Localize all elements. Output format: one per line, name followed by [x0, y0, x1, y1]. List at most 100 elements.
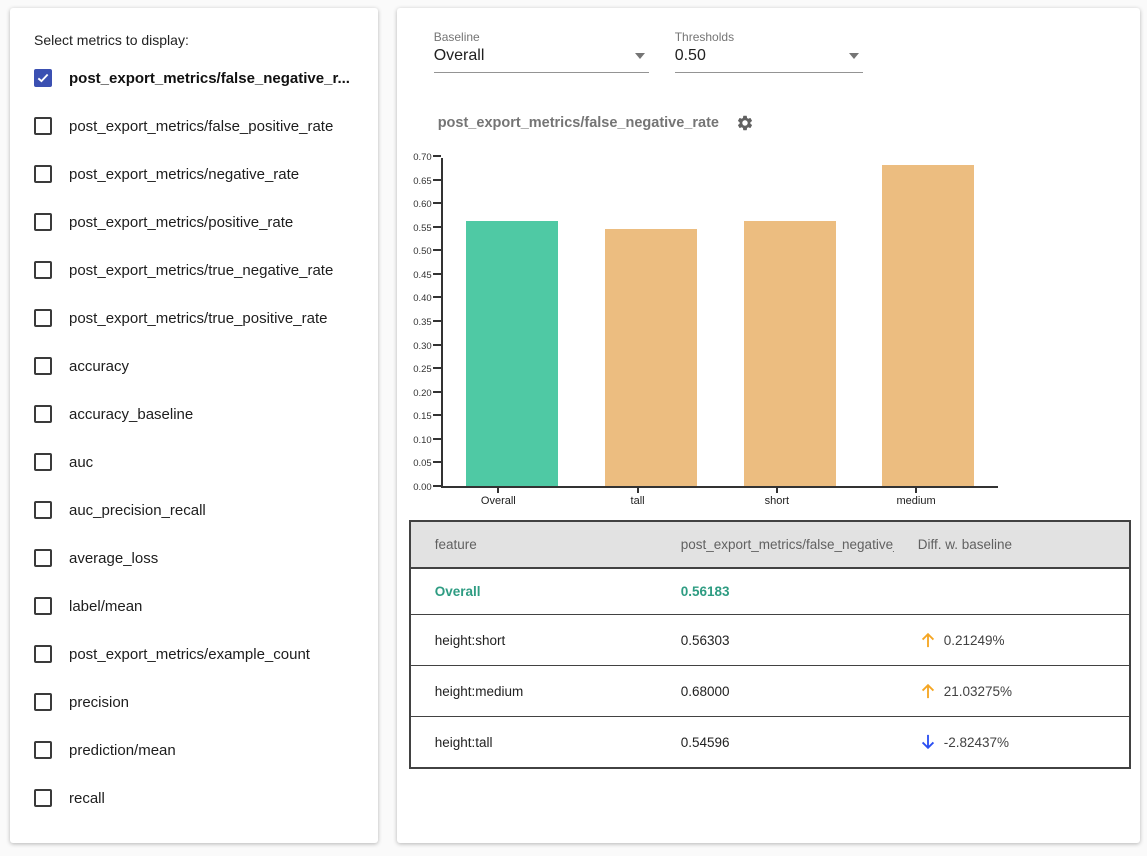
y-axis-tick-label: 0.65: [413, 177, 432, 187]
checkbox-checked-icon[interactable]: [34, 69, 52, 87]
column-header-diff: Diff. w. baseline: [894, 521, 1130, 568]
metric-selector-title: Select metrics to display:: [34, 32, 358, 48]
chevron-down-icon: [849, 53, 859, 59]
metric-checkbox-row[interactable]: post_export_metrics/false_positive_rate: [34, 102, 358, 150]
metric-checkbox-row[interactable]: auc_precision_recall: [34, 486, 358, 534]
y-axis-tick-label: 0.70: [413, 153, 432, 163]
metric-checkbox-row[interactable]: post_export_metrics/negative_rate: [34, 150, 358, 198]
checkbox-unchecked-icon[interactable]: [34, 693, 52, 711]
checkbox-unchecked-icon[interactable]: [34, 549, 52, 567]
metric-checkbox-row[interactable]: label/mean: [34, 582, 358, 630]
checkbox-unchecked-icon[interactable]: [34, 453, 52, 471]
checkbox-unchecked-icon[interactable]: [34, 357, 52, 375]
checkbox-unchecked-icon[interactable]: [34, 741, 52, 759]
metric-checkbox-row[interactable]: post_export_metrics/positive_rate: [34, 198, 358, 246]
thresholds-select-label: Thresholds: [675, 30, 863, 44]
checkbox-unchecked-icon[interactable]: [34, 597, 52, 615]
metric-label: label/mean: [69, 598, 142, 615]
metric-checkbox-row[interactable]: post_export_metrics/true_negative_rate: [34, 246, 358, 294]
y-axis-tick-label: 0.40: [413, 294, 432, 304]
checkbox-unchecked-icon[interactable]: [34, 645, 52, 663]
checkbox-unchecked-icon[interactable]: [34, 213, 52, 231]
baseline-select[interactable]: Baseline Overall: [434, 30, 649, 73]
bar-tall[interactable]: [605, 229, 697, 486]
metric-checkbox-row[interactable]: prediction/mean: [34, 726, 358, 774]
diff-value: 0.21249%: [944, 633, 1005, 648]
x-axis-tick-label: short: [731, 495, 823, 507]
thresholds-select-value-row[interactable]: 0.50: [675, 47, 863, 73]
checkbox-unchecked-icon[interactable]: [34, 789, 52, 807]
column-header-feature: feature: [410, 521, 657, 568]
thresholds-select-value: 0.50: [675, 47, 706, 65]
y-axis-tick-label: 0.45: [413, 271, 432, 281]
metric-label: post_export_metrics/false_positive_rate: [69, 118, 333, 135]
bar-short[interactable]: [744, 221, 836, 486]
metric-checkbox-row[interactable]: post_export_metrics/true_positive_rate: [34, 294, 358, 342]
metric-checkbox-row[interactable]: accuracy_baseline: [34, 390, 358, 438]
baseline-select-label: Baseline: [434, 30, 649, 44]
x-axis-tick-mark: [637, 488, 639, 493]
bar-chart: 0.000.050.100.150.200.250.300.350.400.45…: [411, 158, 1140, 488]
checkbox-unchecked-icon[interactable]: [34, 405, 52, 423]
feature-cell: Overall: [410, 568, 657, 615]
bar-overall[interactable]: [466, 221, 558, 486]
y-axis-tick-mark: [433, 155, 441, 157]
y-axis-tick-mark: [433, 485, 441, 487]
thresholds-select[interactable]: Thresholds 0.50: [675, 30, 863, 73]
arrow-down-icon: [918, 732, 938, 752]
checkbox-unchecked-icon[interactable]: [34, 309, 52, 327]
x-axis-category: Overall: [452, 488, 544, 507]
metric-checkbox-row[interactable]: auc: [34, 438, 358, 486]
metric-value-cell: 0.56303: [657, 615, 894, 666]
chevron-down-icon: [635, 53, 645, 59]
metric-value-cell: 0.68000: [657, 666, 894, 717]
baseline-select-value-row[interactable]: Overall: [434, 47, 649, 73]
y-axis-tick-label: 0.35: [413, 318, 432, 328]
diff-cell: -2.82437%: [894, 717, 1130, 769]
feature-cell: height:medium: [410, 666, 657, 717]
checkbox-unchecked-icon[interactable]: [34, 117, 52, 135]
page-root: Select metrics to display: post_export_m…: [0, 0, 1147, 843]
metric-label: post_export_metrics/true_positive_rate: [69, 310, 327, 327]
diff-cell: 21.03275%: [894, 666, 1130, 717]
table-row: Overall0.56183: [410, 568, 1130, 615]
metric-checkbox-row[interactable]: recall: [34, 774, 358, 822]
checkbox-unchecked-icon[interactable]: [34, 501, 52, 519]
metric-list: post_export_metrics/false_negative_r...p…: [34, 54, 358, 822]
x-axis-category: medium: [870, 488, 962, 507]
metrics-table: feature post_export_metrics/false_negati…: [409, 520, 1131, 769]
column-header-metric: post_export_metrics/false_negative_rat..…: [657, 521, 894, 568]
y-axis-tick-label: 0.05: [413, 459, 432, 469]
checkbox-unchecked-icon[interactable]: [34, 261, 52, 279]
y-axis-tick-mark: [433, 296, 441, 298]
metric-selector-panel: Select metrics to display: post_export_m…: [10, 8, 378, 843]
bar-medium[interactable]: [882, 165, 974, 486]
metric-checkbox-row[interactable]: post_export_metrics/example_count: [34, 630, 358, 678]
metric-checkbox-row[interactable]: precision: [34, 678, 358, 726]
metric-checkbox-row[interactable]: accuracy: [34, 342, 358, 390]
chart-header: post_export_metrics/false_negative_rate: [438, 114, 1140, 132]
metric-checkbox-row[interactable]: post_export_metrics/false_negative_r...: [34, 54, 358, 102]
y-axis-tick-label: 0.00: [413, 483, 432, 493]
x-axis-tick-label: medium: [870, 495, 962, 507]
x-axis-category: tall: [592, 488, 684, 507]
gear-icon[interactable]: [736, 114, 754, 132]
baseline-select-value: Overall: [434, 47, 485, 65]
y-axis-tick-label: 0.10: [413, 436, 432, 446]
table-row: height:medium0.68000 21.03275%: [410, 666, 1130, 717]
controls-row: Baseline Overall Thresholds 0.50: [397, 8, 1140, 73]
metric-label: post_export_metrics/true_negative_rate: [69, 262, 333, 279]
y-axis-tick-mark: [433, 461, 441, 463]
x-axis-tick-mark: [497, 488, 499, 493]
x-axis-tick-mark: [776, 488, 778, 493]
metric-checkbox-row[interactable]: average_loss: [34, 534, 358, 582]
x-axis-tick-mark: [915, 488, 917, 493]
diff-cell: [894, 568, 1130, 615]
checkbox-unchecked-icon[interactable]: [34, 165, 52, 183]
y-axis-tick-label: 0.55: [413, 224, 432, 234]
diff-value: 21.03275%: [944, 684, 1012, 699]
metric-label: auc_precision_recall: [69, 502, 206, 519]
table-row: height:short0.563030.21249%: [410, 615, 1130, 666]
x-axis-category: short: [731, 488, 823, 507]
metric-label: accuracy_baseline: [69, 406, 193, 423]
